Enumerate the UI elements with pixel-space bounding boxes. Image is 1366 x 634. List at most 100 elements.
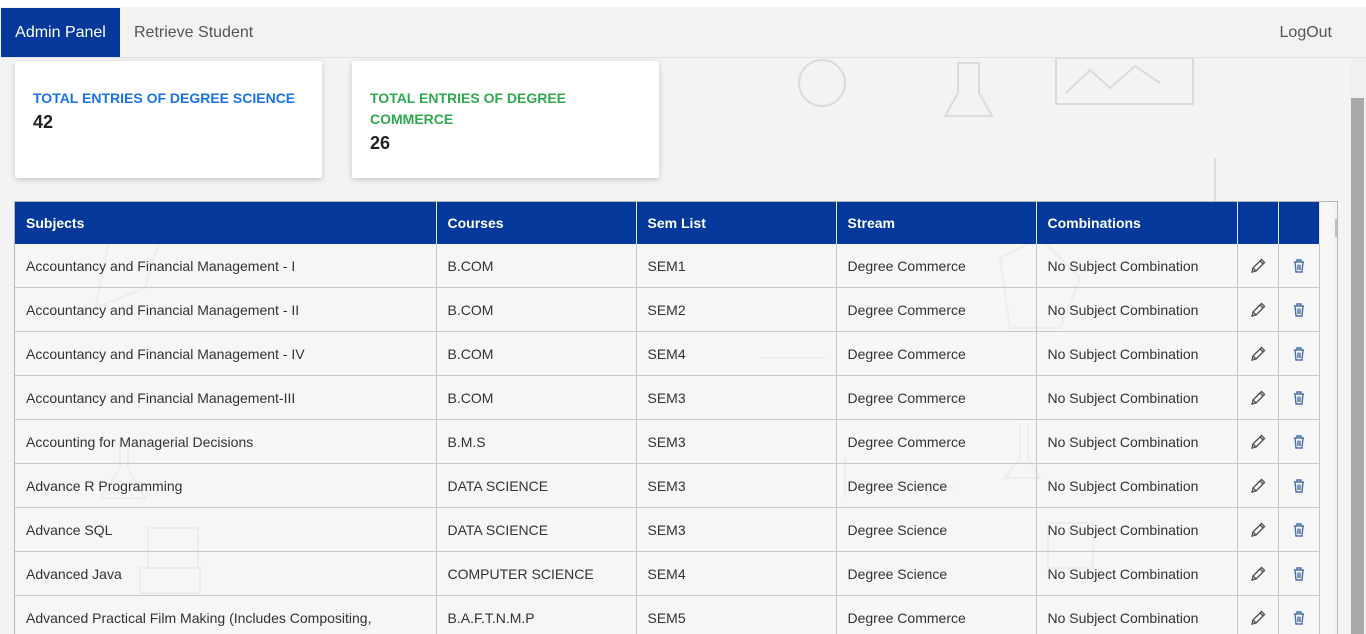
delete-cell <box>1278 551 1320 596</box>
subjects-table-container: Subjects Courses Sem List Stream Combina… <box>14 201 1338 634</box>
combination-cell: No Subject Combination <box>1036 244 1238 288</box>
table-header-row: Subjects Courses Sem List Stream Combina… <box>15 202 1320 244</box>
edit-cell <box>1237 419 1279 464</box>
trash-icon[interactable] <box>1290 345 1308 363</box>
table-row: Accountancy and Financial Management - I… <box>15 244 1320 288</box>
sem-cell: SEM5 <box>636 595 837 634</box>
edit-cell <box>1237 375 1279 420</box>
scroll-up-arrow-icon[interactable] <box>1337 207 1338 212</box>
commerce-total-title: TOTAL ENTRIES OF DEGREE COMMERCE <box>370 90 567 127</box>
delete-cell <box>1278 287 1320 332</box>
edit-cell <box>1237 463 1279 508</box>
trash-icon[interactable] <box>1290 433 1308 451</box>
table-row: Accountancy and Financial Management-III… <box>15 375 1320 420</box>
edit-cell <box>1237 595 1279 634</box>
combination-cell: No Subject Combination <box>1036 507 1238 552</box>
stream-cell: Degree Commerce <box>836 244 1037 288</box>
sem-cell: SEM4 <box>636 551 837 596</box>
edit-cell <box>1237 287 1279 332</box>
nav-admin-panel[interactable]: Admin Panel <box>1 8 120 57</box>
stream-cell: Degree Commerce <box>836 595 1037 634</box>
header-stream[interactable]: Stream <box>836 202 1037 244</box>
stream-cell: Degree Science <box>836 551 1037 596</box>
edit-cell <box>1237 244 1279 288</box>
table-row: Advanced Practical Film Making (Includes… <box>15 595 1320 634</box>
course-cell: DATA SCIENCE <box>436 507 637 552</box>
delete-cell <box>1278 375 1320 420</box>
pencil-icon[interactable] <box>1249 433 1267 451</box>
page: Admin Panel Retrieve Student LogOut TOTA… <box>0 0 1366 634</box>
course-cell: B.A.F.T.N.M.P <box>436 595 637 634</box>
stream-cell: Degree Commerce <box>836 287 1037 332</box>
header-courses[interactable]: Courses <box>436 202 637 244</box>
course-cell: B.COM <box>436 244 637 288</box>
pencil-icon[interactable] <box>1249 609 1267 627</box>
delete-cell <box>1278 595 1320 634</box>
pencil-icon[interactable] <box>1249 477 1267 495</box>
course-cell: B.COM <box>436 375 637 420</box>
stream-cell: Degree Science <box>836 507 1037 552</box>
table-row: Advanced Java COMPUTER SCIENCE SEM4 Degree … <box>15 551 1320 596</box>
delete-cell <box>1278 419 1320 464</box>
header-combinations[interactable]: Combinations <box>1036 202 1238 244</box>
subject-cell: Accountancy and Financial Management - I… <box>15 331 437 376</box>
subject-cell: Advanced Practical Film Making (Includes… <box>15 595 437 634</box>
sem-cell: SEM3 <box>636 507 837 552</box>
sem-cell: SEM2 <box>636 287 837 332</box>
subject-cell: Advanced Java <box>15 551 437 596</box>
pencil-icon[interactable] <box>1249 345 1267 363</box>
logout-link[interactable]: LogOut <box>1280 8 1332 57</box>
commerce-total-card: TOTAL ENTRIES OF DEGREE COMMERCE 26 <box>352 61 659 178</box>
page-scrollbar[interactable] <box>1350 58 1366 634</box>
table-row: Accounting for Managerial Decisions B.M.S… <box>15 419 1320 464</box>
pencil-icon[interactable] <box>1249 301 1267 319</box>
pencil-icon[interactable] <box>1249 257 1267 275</box>
trash-icon[interactable] <box>1290 477 1308 495</box>
top-strip <box>0 0 1366 7</box>
trash-icon[interactable] <box>1290 609 1308 627</box>
trash-icon[interactable] <box>1290 521 1308 539</box>
stream-cell: Degree Commerce <box>836 331 1037 376</box>
delete-cell <box>1278 331 1320 376</box>
header-sem-list[interactable]: Sem List <box>636 202 837 244</box>
subject-cell: Advance SQL <box>15 507 437 552</box>
header-subjects[interactable]: Subjects <box>15 202 437 244</box>
course-cell: B.COM <box>436 287 637 332</box>
table-scrollbar[interactable] <box>1333 203 1338 634</box>
table-row: Accountancy and Financial Management - I… <box>15 287 1320 332</box>
table-row: Accountancy and Financial Management - I… <box>15 331 1320 376</box>
combination-cell: No Subject Combination <box>1036 287 1238 332</box>
table-row: Advance R Programming DATA SCIENCE SEM3 Deg… <box>15 463 1320 508</box>
table-scrollbar-thumb[interactable] <box>1335 219 1337 237</box>
science-total-card: TOTAL ENTRIES OF DEGREE SCIENCE 42 <box>15 61 322 178</box>
trash-icon[interactable] <box>1290 301 1308 319</box>
course-cell: B.COM <box>436 331 637 376</box>
combination-cell: No Subject Combination <box>1036 595 1238 634</box>
sem-cell: SEM1 <box>636 244 837 288</box>
delete-cell <box>1278 507 1320 552</box>
subjects-table: Subjects Courses Sem List Stream Combina… <box>15 202 1320 634</box>
delete-cell <box>1278 244 1320 288</box>
table-row: Advance SQL DATA SCIENCE SEM3 Degree Scienc… <box>15 507 1320 552</box>
trash-icon[interactable] <box>1290 565 1308 583</box>
combination-cell: No Subject Combination <box>1036 463 1238 508</box>
sem-cell: SEM4 <box>636 331 837 376</box>
pencil-icon[interactable] <box>1249 389 1267 407</box>
course-cell: B.M.S <box>436 419 637 464</box>
pencil-icon[interactable] <box>1249 565 1267 583</box>
delete-cell <box>1278 463 1320 508</box>
subject-cell: Accountancy and Financial Management - I… <box>15 287 437 332</box>
stream-cell: Degree Commerce <box>836 375 1037 420</box>
trash-icon[interactable] <box>1290 389 1308 407</box>
trash-icon[interactable] <box>1290 257 1308 275</box>
pencil-icon[interactable] <box>1249 521 1267 539</box>
edit-cell <box>1237 507 1279 552</box>
combination-cell: No Subject Combination <box>1036 331 1238 376</box>
course-cell: DATA SCIENCE <box>436 463 637 508</box>
header-delete <box>1278 202 1320 244</box>
nav-retrieve-student[interactable]: Retrieve Student <box>134 8 253 57</box>
edit-cell <box>1237 551 1279 596</box>
page-scrollbar-thumb[interactable] <box>1351 98 1364 634</box>
subject-cell: Advance R Programming <box>15 463 437 508</box>
subject-cell: Accountancy and Financial Management - I <box>15 244 437 288</box>
